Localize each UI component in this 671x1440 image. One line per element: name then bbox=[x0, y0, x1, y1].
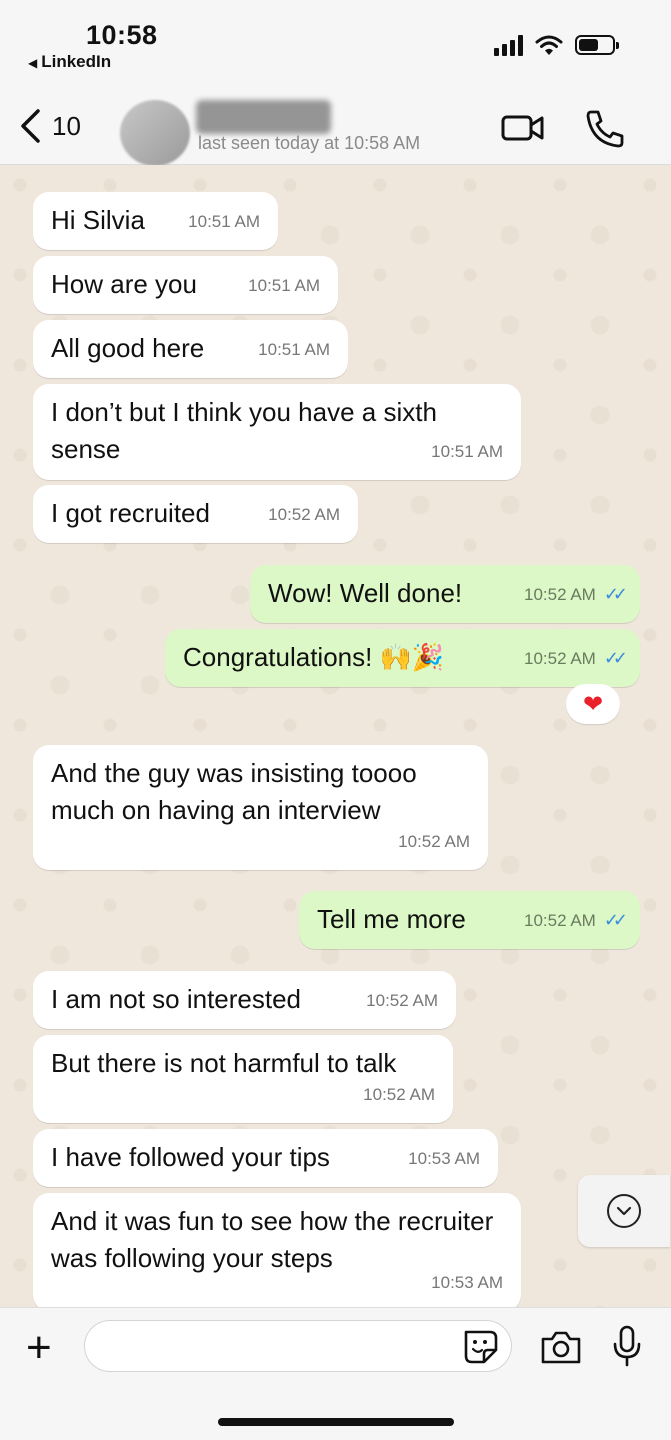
message-incoming[interactable]: I have followed your tips 10:53 AM bbox=[33, 1129, 498, 1187]
status-icons bbox=[494, 34, 619, 56]
message-time: 10:51 AM bbox=[248, 276, 320, 295]
message-text: And the guy was insisting toooo much on … bbox=[51, 758, 417, 825]
home-indicator[interactable] bbox=[218, 1418, 454, 1426]
message-text: How are you bbox=[51, 269, 197, 299]
message-time: 10:51 AM bbox=[431, 442, 503, 461]
message-outgoing[interactable]: Tell me more 10:52 AM ✓✓ bbox=[299, 891, 640, 949]
message-incoming[interactable]: Hi Silvia 10:51 AM bbox=[33, 192, 278, 250]
chat-area[interactable]: Hi Silvia 10:51 AM How are you 10:51 AM … bbox=[0, 165, 671, 1307]
wifi-icon bbox=[535, 35, 563, 55]
microphone-icon[interactable] bbox=[610, 1324, 644, 1368]
read-ticks-icon: ✓✓ bbox=[603, 648, 628, 668]
message-text: And it was fun to see how the recruiter … bbox=[51, 1206, 494, 1273]
contact-name-redacted[interactable] bbox=[196, 100, 331, 134]
read-ticks-icon: ✓✓ bbox=[603, 910, 628, 930]
message-time: 10:52 AM ✓✓ bbox=[524, 640, 628, 677]
message-incoming[interactable]: How are you 10:51 AM bbox=[33, 256, 338, 314]
message-time: 10:51 AM bbox=[258, 340, 330, 359]
message-outgoing[interactable]: Congratulations! 🙌🎉 10:52 AM ✓✓ bbox=[165, 629, 640, 687]
signal-icon bbox=[494, 34, 523, 56]
read-ticks-icon: ✓✓ bbox=[603, 584, 628, 604]
message-text: Hi Silvia bbox=[51, 205, 145, 235]
message-incoming[interactable]: I got recruited 10:52 AM bbox=[33, 485, 358, 543]
message-text: I am not so interested bbox=[51, 984, 302, 1014]
battery-icon bbox=[575, 35, 619, 55]
message-text: Congratulations! 🙌🎉 bbox=[183, 642, 445, 672]
back-button[interactable]: 10 bbox=[18, 108, 81, 144]
message-incoming[interactable]: I don’t but I think you have a sixth sen… bbox=[33, 384, 521, 480]
message-time: 10:52 AM bbox=[366, 991, 438, 1010]
message-text: But there is not harmful to talk bbox=[51, 1048, 397, 1078]
attach-plus-icon[interactable]: + bbox=[26, 1326, 52, 1370]
phone-icon bbox=[586, 110, 624, 148]
status-time: 10:58 bbox=[86, 20, 158, 50]
message-outgoing[interactable]: Wow! Well done! 10:52 AM ✓✓ bbox=[250, 565, 640, 623]
message-time: 10:52 AM bbox=[363, 1085, 435, 1104]
message-time: 10:52 AM bbox=[268, 505, 340, 524]
chevron-down-icon bbox=[607, 1194, 641, 1228]
contact-avatar[interactable] bbox=[120, 100, 190, 166]
message-text: I have followed your tips bbox=[51, 1142, 330, 1172]
message-incoming[interactable]: And it was fun to see how the recruiter … bbox=[33, 1193, 521, 1307]
scroll-to-bottom-button[interactable] bbox=[578, 1175, 670, 1247]
message-incoming[interactable]: I am not so interested 10:52 AM bbox=[33, 971, 456, 1029]
message-text: All good here bbox=[51, 333, 205, 363]
message-text: I don’t but I think you have a sixth sen… bbox=[51, 397, 437, 464]
message-incoming[interactable]: But there is not harmful to talk 10:52 A… bbox=[33, 1035, 453, 1123]
message-time: 10:52 AM ✓✓ bbox=[524, 576, 628, 613]
message-text: Tell me more bbox=[317, 904, 466, 934]
camera-icon[interactable] bbox=[539, 1328, 583, 1366]
message-text: Wow! Well done! bbox=[268, 578, 463, 608]
last-seen-status: last seen today at 10:58 AM bbox=[198, 133, 421, 153]
message-time: 10:52 AM ✓✓ bbox=[524, 902, 628, 939]
video-call-button[interactable] bbox=[500, 106, 546, 150]
input-bar: + bbox=[0, 1307, 671, 1440]
unread-count: 10 bbox=[52, 110, 81, 141]
message-time: 10:53 AM bbox=[431, 1273, 503, 1292]
heart-reaction-icon[interactable]: ❤ bbox=[566, 684, 620, 724]
message-incoming[interactable]: All good here 10:51 AM bbox=[33, 320, 348, 378]
back-app-label: LinkedIn bbox=[41, 52, 112, 71]
message-time: 10:53 AM bbox=[408, 1149, 480, 1168]
message-time: 10:51 AM bbox=[188, 212, 260, 231]
video-call-icon bbox=[501, 115, 544, 141]
message-text: I got recruited bbox=[51, 498, 210, 528]
chevron-left-icon bbox=[21, 109, 40, 143]
sticker-icon[interactable] bbox=[460, 1328, 500, 1366]
message-incoming[interactable]: And the guy was insisting toooo much on … bbox=[33, 745, 488, 870]
message-time: 10:52 AM bbox=[398, 832, 470, 851]
top-bar: 10:58 ◀ LinkedIn 10 last seen today at 10… bbox=[0, 0, 671, 166]
voice-call-button[interactable] bbox=[582, 106, 628, 150]
back-to-app-link[interactable]: ◀ LinkedIn bbox=[28, 52, 111, 72]
back-triangle-icon: ◀ bbox=[28, 56, 38, 70]
message-input[interactable] bbox=[84, 1320, 512, 1372]
